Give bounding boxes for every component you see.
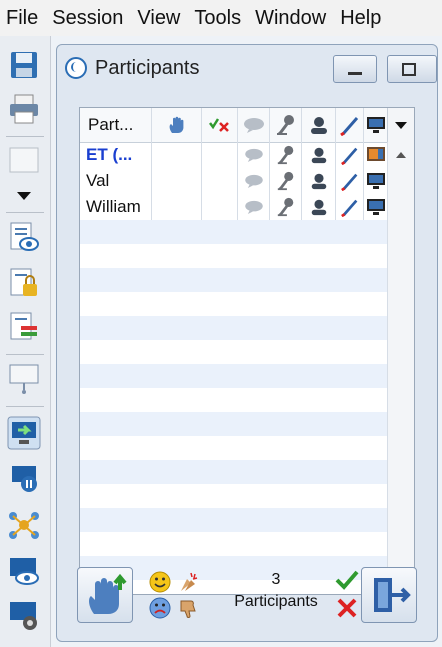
empty-row xyxy=(80,220,388,244)
network-icon[interactable] xyxy=(7,508,41,542)
print-icon[interactable] xyxy=(7,92,41,126)
exit-door-icon xyxy=(374,578,411,612)
user-icon[interactable] xyxy=(309,145,329,165)
raise-hand-button[interactable] xyxy=(77,567,133,623)
raise-hand-icon xyxy=(89,573,127,614)
smile-icon[interactable] xyxy=(149,571,171,593)
thumbs-down-icon[interactable] xyxy=(177,597,199,619)
menu-window[interactable]: Window xyxy=(255,7,326,30)
whiteboard-icon[interactable] xyxy=(7,144,41,178)
view-document-icon[interactable] xyxy=(7,220,41,254)
toolbar-separator xyxy=(6,406,44,407)
monitor-icon[interactable] xyxy=(366,197,386,217)
user-icon xyxy=(310,117,327,134)
column-header-audio[interactable] xyxy=(270,108,302,142)
microphone-icon[interactable] xyxy=(276,171,296,191)
record-screen-icon[interactable] xyxy=(7,598,41,632)
column-header-annotate[interactable] xyxy=(336,108,364,142)
cross-icon[interactable] xyxy=(335,597,359,619)
menu-bar: File Session View Tools Window Help xyxy=(0,0,442,36)
panel-footer: 3 Participants xyxy=(71,565,423,629)
empty-row xyxy=(80,412,388,436)
chat-icon[interactable] xyxy=(244,148,264,162)
monitor-icon[interactable] xyxy=(366,171,386,191)
chat-icon[interactable] xyxy=(244,200,264,214)
microphone-icon[interactable] xyxy=(276,145,296,165)
microphone-icon[interactable] xyxy=(276,197,296,217)
user-icon[interactable] xyxy=(309,197,329,217)
leave-session-button[interactable] xyxy=(361,567,417,623)
empty-row xyxy=(80,460,388,484)
check-cross-icon xyxy=(208,118,229,132)
minimize-button[interactable] xyxy=(333,55,377,83)
column-header-approval[interactable] xyxy=(202,108,238,142)
grid-header: Part... xyxy=(80,108,414,143)
column-header-chat[interactable] xyxy=(238,108,270,142)
chat-icon xyxy=(243,118,264,133)
pen-icon[interactable] xyxy=(340,197,360,217)
empty-row xyxy=(80,268,388,292)
column-chooser-button[interactable] xyxy=(387,108,414,142)
participant-count: 3 Participants xyxy=(221,569,331,613)
presenter-screen-icon[interactable] xyxy=(366,145,386,165)
hand-icon xyxy=(169,116,183,133)
participant-count-label: Participants xyxy=(234,593,318,610)
pen-icon[interactable] xyxy=(340,171,360,191)
participant-name: William xyxy=(80,194,152,220)
toolbar-separator xyxy=(6,136,44,137)
menu-help[interactable]: Help xyxy=(340,7,381,30)
menu-tools[interactable]: Tools xyxy=(194,7,241,30)
vertical-scrollbar[interactable] xyxy=(387,142,414,594)
participant-name: ET (... xyxy=(80,142,152,168)
monitor-icon xyxy=(366,117,385,133)
participant-row[interactable]: Val xyxy=(80,168,388,194)
applause-icon[interactable] xyxy=(177,571,199,593)
pen-icon[interactable] xyxy=(340,145,360,165)
participant-name: Val xyxy=(80,168,152,194)
column-header-screen[interactable] xyxy=(364,108,388,142)
empty-row xyxy=(80,364,388,388)
toolbar-separator xyxy=(6,212,44,213)
scroll-up-icon[interactable] xyxy=(396,152,406,158)
column-header-webcam[interactable] xyxy=(302,108,336,142)
empty-row xyxy=(80,508,388,532)
panel-title: Participants xyxy=(95,56,200,79)
chevron-down-icon[interactable] xyxy=(17,192,31,200)
participant-count-number: 3 xyxy=(271,571,281,588)
participants-panel: Participants Part... ET (... Val William… xyxy=(56,44,438,642)
participants-icon xyxy=(65,57,87,79)
toolbar-separator xyxy=(6,354,44,355)
pen-icon xyxy=(339,117,358,136)
microphone-icon xyxy=(276,115,294,136)
chat-icon[interactable] xyxy=(244,174,264,188)
save-icon[interactable] xyxy=(7,48,41,82)
column-header-raise-hand[interactable] xyxy=(152,108,202,142)
menu-view[interactable]: View xyxy=(137,7,180,30)
share-screen-icon[interactable] xyxy=(7,416,41,450)
panel-header: Participants xyxy=(65,53,200,83)
check-icon[interactable] xyxy=(335,569,359,591)
menu-session[interactable]: Session xyxy=(52,7,123,30)
lock-document-icon[interactable] xyxy=(7,266,41,300)
presentation-icon[interactable] xyxy=(7,362,41,396)
annotate-document-icon[interactable] xyxy=(7,310,41,344)
pause-share-icon[interactable] xyxy=(7,462,41,496)
left-toolbar xyxy=(0,36,51,647)
maximize-button[interactable] xyxy=(387,55,437,83)
sad-icon[interactable] xyxy=(149,597,171,619)
user-icon[interactable] xyxy=(309,171,329,191)
participant-row[interactable]: ET (... xyxy=(80,142,388,168)
empty-row xyxy=(80,316,388,340)
menu-file[interactable]: File xyxy=(6,7,38,30)
participants-grid: Part... ET (... Val William xyxy=(79,107,415,595)
view-screen-icon[interactable] xyxy=(7,554,41,588)
column-header-name[interactable]: Part... xyxy=(80,108,152,142)
participant-row[interactable]: William xyxy=(80,194,388,220)
